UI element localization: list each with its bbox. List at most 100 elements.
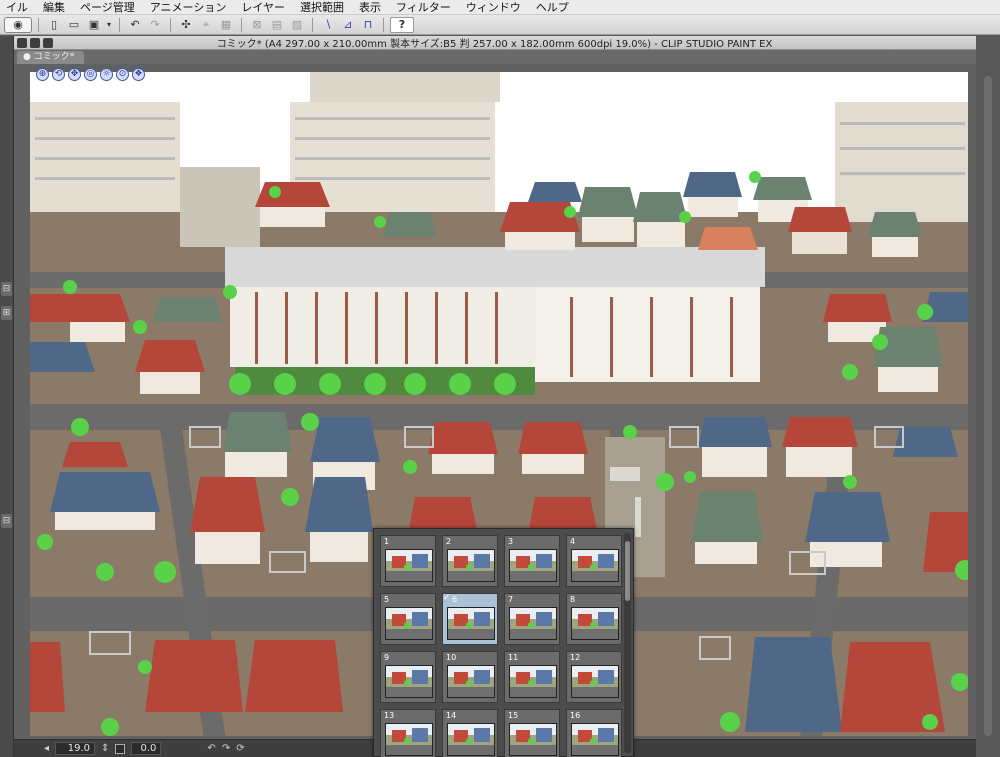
page-preview	[509, 723, 557, 756]
menu-help[interactable]: ヘルプ	[530, 0, 578, 15]
undo-icon[interactable]: ↶	[126, 17, 144, 33]
page-thumbnail[interactable]: 1	[380, 535, 436, 587]
transform-icon[interactable]: ✣	[177, 17, 195, 33]
reset-rotation-icon[interactable]: ⟳	[236, 743, 244, 754]
menu-animation[interactable]: アニメーション	[144, 0, 236, 15]
menu-filter[interactable]: フィルター	[390, 0, 460, 15]
command-bar: ◉ ▯ ▭ ▣ ▾ ↶ ↷ ✣ ⌖ ▦ ⊠ ▤ ▧ ∖ ⊿ ⊓ ?	[0, 15, 1000, 35]
ruler-snap-icon[interactable]: ∖	[319, 17, 337, 33]
thumbnail-scrollbar[interactable]	[624, 533, 631, 753]
ruler-icon[interactable]: ▧	[288, 17, 306, 33]
page-number: 6	[452, 595, 458, 604]
page-preview	[385, 607, 433, 640]
page-preview	[447, 607, 495, 640]
menu-view[interactable]: 表示	[353, 0, 390, 15]
page-number: 13	[384, 711, 395, 720]
page-thumbnail[interactable]: 10	[442, 651, 498, 703]
menu-layer[interactable]: レイヤー	[235, 0, 294, 15]
light-icon[interactable]: ☼	[100, 68, 113, 81]
page-thumbnail[interactable]: 12	[566, 651, 622, 703]
page-thumbnail-selected[interactable]: ✓ 6	[442, 593, 498, 645]
fill-icon[interactable]: ▤	[268, 17, 286, 33]
page-thumbnail[interactable]: 4	[566, 535, 622, 587]
rotation-field[interactable]: 0.0	[131, 742, 162, 755]
page-thumbnail[interactable]: 5	[380, 593, 436, 645]
rotate-left-icon[interactable]: ↶	[207, 743, 215, 754]
toolbar-separator	[383, 17, 384, 32]
menu-file[interactable]: イル	[0, 0, 37, 15]
page-thumbnail-panel: 1 2 3 4 5 ✓ 6 7 8 9 10 11 12 13 14 15 16	[373, 528, 634, 757]
open-file-icon[interactable]: ▭	[65, 17, 83, 33]
tab-bar: ● コミック*	[14, 50, 976, 64]
close-icon[interactable]	[17, 37, 27, 48]
toolbar-separator	[312, 17, 313, 32]
zoom-out-icon[interactable]: ◂	[44, 743, 49, 754]
page-thumbnail[interactable]: 9	[380, 651, 436, 703]
dock-handle-icon[interactable]: ⊟	[1, 282, 12, 296]
scale-icon[interactable]: ▦	[217, 17, 235, 33]
page-preview	[571, 607, 619, 640]
page-thumbnail[interactable]: 14	[442, 709, 498, 757]
menu-window[interactable]: ウィンドウ	[460, 0, 530, 15]
new-file-icon[interactable]: ▯	[45, 17, 63, 33]
minimize-icon[interactable]	[30, 37, 40, 48]
document-title: コミック* (A4 297.00 x 210.00mm 製本サイズ:B5 判 2…	[216, 39, 773, 50]
menu-page-management[interactable]: ページ管理	[74, 0, 144, 15]
menu-edit[interactable]: 編集	[37, 0, 74, 15]
rotate-right-icon[interactable]: ↷	[222, 743, 230, 754]
page-number: 11	[508, 653, 519, 662]
menu-bar: イル 編集 ページ管理 アニメーション レイヤー 選択範囲 表示 フィルター ウ…	[0, 0, 1000, 15]
page-number: 16	[570, 711, 581, 720]
page-thumbnail[interactable]: 2	[442, 535, 498, 587]
redo-icon[interactable]: ↷	[146, 17, 164, 33]
zoom-stepper-icon[interactable]: ⇕	[101, 743, 109, 754]
navigator-icons: ⊕ ⟲ ✥ ◎ ☼ ⊙ ❖	[36, 68, 145, 81]
pan-icon[interactable]: ✥	[68, 68, 81, 81]
zoom-icon[interactable]: ⊙	[116, 68, 129, 81]
fit-icon[interactable]: ⌖	[197, 17, 215, 33]
dock-handle-icon[interactable]: ⊞	[1, 306, 12, 320]
check-icon: ✓	[443, 593, 451, 603]
page-preview	[447, 549, 495, 582]
move-icon[interactable]: ⊕	[36, 68, 49, 81]
rotate-icon[interactable]: ⟲	[52, 68, 65, 81]
page-number: 1	[384, 537, 390, 546]
page-number: 2	[446, 537, 452, 546]
save-dropdown-icon[interactable]: ▾	[105, 17, 113, 33]
page-thumbnail[interactable]: 15	[504, 709, 560, 757]
scrollbar-thumb[interactable]	[625, 541, 630, 601]
page-number: 4	[570, 537, 576, 546]
camera-icon[interactable]: ◎	[84, 68, 97, 81]
toolbar-separator	[119, 17, 120, 32]
page-preview	[509, 549, 557, 582]
page-number: 9	[384, 653, 390, 662]
maximize-icon[interactable]	[43, 37, 53, 48]
page-thumbnail[interactable]: 13	[380, 709, 436, 757]
grid-snap-icon[interactable]: ⊓	[359, 17, 377, 33]
page-thumbnail[interactable]: 8	[566, 593, 622, 645]
zoom-field[interactable]: 19.0	[55, 742, 96, 755]
page-thumbnail[interactable]: 3	[504, 535, 560, 587]
page-number: 12	[570, 653, 581, 662]
page-thumbnail[interactable]: 11	[504, 651, 560, 703]
toolbar-separator	[170, 17, 171, 32]
special-ruler-icon[interactable]: ⊿	[339, 17, 357, 33]
vertical-scrollbar[interactable]	[984, 76, 992, 736]
object-icon[interactable]: ❖	[132, 68, 145, 81]
tab-comic[interactable]: ● コミック*	[17, 51, 85, 64]
menu-selection[interactable]: 選択範囲	[294, 0, 353, 15]
dock-handle-icon[interactable]: ⊟	[1, 514, 12, 528]
page-number: 10	[446, 653, 457, 662]
document-titlebar: コミック* (A4 297.00 x 210.00mm 製本サイズ:B5 判 2…	[14, 36, 976, 50]
save-icon[interactable]: ▣	[85, 17, 103, 33]
page-preview	[571, 723, 619, 756]
page-thumbnail[interactable]: 7	[504, 593, 560, 645]
page-thumbnail[interactable]: 16	[566, 709, 622, 757]
toolbar-separator	[38, 17, 39, 32]
page-preview	[509, 607, 557, 640]
help-icon[interactable]: ?	[390, 16, 414, 33]
left-dock: ⊟ ⊞ ⊟	[0, 36, 14, 757]
fit-square-icon[interactable]	[115, 743, 126, 754]
clear-icon[interactable]: ⊠	[248, 17, 266, 33]
app-logo-icon[interactable]: ◉	[4, 16, 32, 33]
